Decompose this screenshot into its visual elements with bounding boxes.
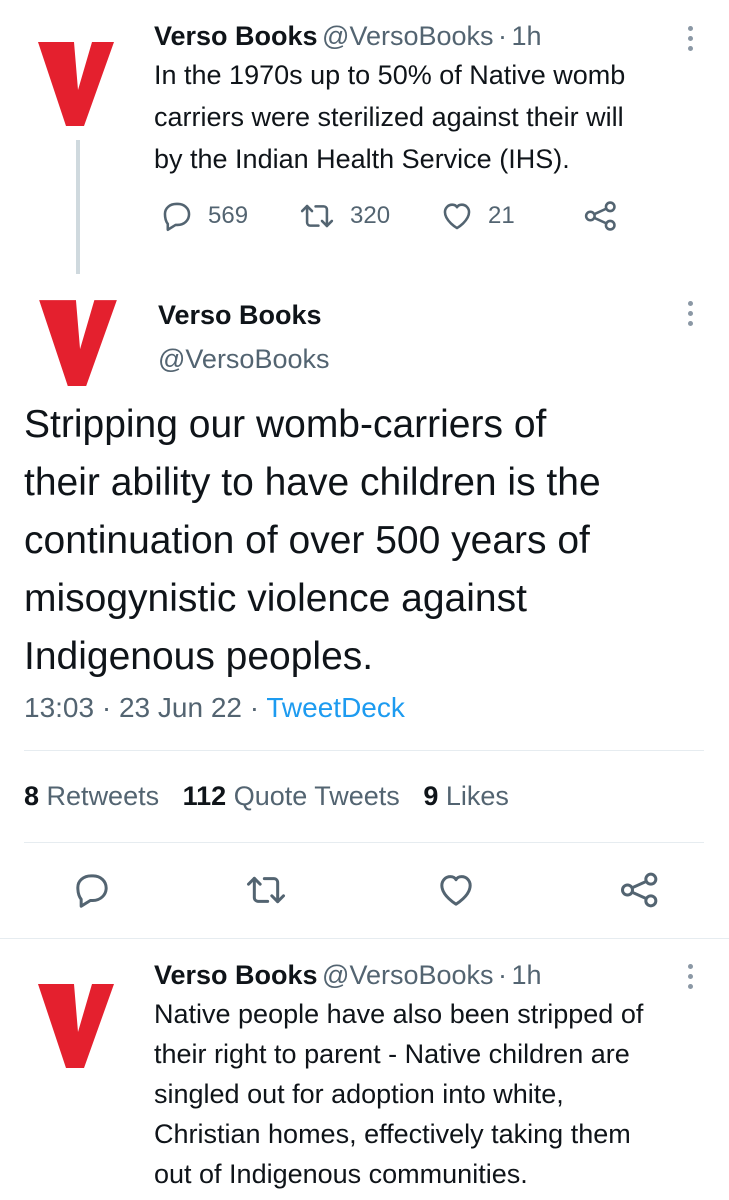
share-icon <box>621 872 658 908</box>
tweet-text-line: misogynistic violence against <box>24 577 527 620</box>
retweet-icon <box>247 876 285 904</box>
tweet-text-line: In the 1970s up to 50% of Native womb <box>154 60 626 90</box>
tweet-text-line: Stripping our womb-carriers of <box>24 403 547 446</box>
separator-dot: · <box>497 960 507 990</box>
more-icon <box>687 301 693 306</box>
retweet-count: 320 <box>350 202 391 229</box>
tweet-text-line: Native people have also been stripped of <box>154 999 644 1029</box>
tweet-text: Native people have also been stripped of… <box>154 997 724 1197</box>
quote-tweets-count: 112 <box>182 781 227 811</box>
reply-button[interactable] <box>72 870 112 910</box>
verso-logo-icon <box>39 300 117 386</box>
like-button[interactable] <box>436 870 476 910</box>
retweet-button[interactable]: 320 <box>298 199 390 233</box>
quote-tweets-label: Quote Tweets <box>233 781 400 811</box>
verso-logo-icon <box>38 42 114 126</box>
reply-count: 569 <box>208 202 249 229</box>
tweet-stats: 8 Retweets 112 Quote Tweets 9 Likes <box>24 781 509 812</box>
tweet-text-line: Indigenous peoples. <box>24 635 374 678</box>
separator-dot: · <box>101 692 112 723</box>
thread-line <box>76 140 80 274</box>
author-handle[interactable]: @VersoBooks <box>158 344 330 375</box>
quote-tweets-stat[interactable]: 112 Quote Tweets <box>183 781 408 811</box>
author-handle[interactable]: @VersoBooks <box>322 960 494 990</box>
like-button[interactable]: 21 <box>440 199 515 233</box>
retweet-icon <box>300 204 334 228</box>
more-options-button[interactable] <box>686 301 694 326</box>
tweet-text-line: out of Indigenous communities. <box>154 1159 528 1189</box>
like-count: 21 <box>488 202 515 229</box>
author-name[interactable]: Verso Books <box>154 960 318 990</box>
avatar-verso-logo[interactable] <box>36 980 116 1070</box>
tweet-text-line: Christian homes, effectively taking them <box>154 1119 631 1149</box>
author-name[interactable]: Verso Books <box>158 300 322 331</box>
tweet-text-line: carriers were sterilized against their w… <box>154 102 624 132</box>
separator-dot: · <box>249 692 260 723</box>
tweet-text-line: by the Indian Health Service (IHS). <box>154 144 570 174</box>
tweet-time[interactable]: 1h <box>511 960 541 990</box>
tweet-time[interactable]: 1h <box>511 21 541 51</box>
reply-icon <box>163 202 191 232</box>
tweet-text-line: singled out for adoption into white, <box>154 1079 564 1109</box>
tweet-text: Stripping our womb-carriers of their abi… <box>24 396 714 686</box>
divider <box>24 750 704 751</box>
divider <box>24 842 704 843</box>
retweet-button[interactable] <box>244 870 288 910</box>
divider <box>0 938 729 939</box>
tweet-header: Verso Books @VersoBooks · 1h <box>154 960 541 991</box>
tweet-text-line: their right to parent - Native children … <box>154 1039 630 1069</box>
more-icon <box>687 26 693 31</box>
likes-label: Likes <box>445 781 509 811</box>
verso-logo-icon <box>38 984 114 1068</box>
author-name[interactable]: Verso Books <box>154 21 318 51</box>
like-icon <box>440 875 472 906</box>
share-button[interactable] <box>618 870 662 910</box>
tweet-header: Verso Books @VersoBooks · 1h <box>154 21 541 52</box>
more-options-button[interactable] <box>686 964 694 989</box>
tweet-time[interactable]: 13:03 <box>24 692 94 723</box>
retweets-count: 8 <box>24 781 40 811</box>
tweet-text-line: their ability to have children is the <box>24 461 601 504</box>
more-options-button[interactable] <box>686 26 694 51</box>
share-button[interactable] <box>582 199 620 233</box>
avatar-verso-logo[interactable] <box>34 296 122 388</box>
retweets-label: Retweets <box>46 781 160 811</box>
tweet-source-link[interactable]: TweetDeck <box>266 692 405 723</box>
tweet-text: In the 1970s up to 50% of Native womb ca… <box>154 58 714 184</box>
reply-icon <box>76 874 108 908</box>
tweet-text-line: continuation of over 500 years of <box>24 519 590 562</box>
author-handle[interactable]: @VersoBooks <box>322 21 494 51</box>
tweet-timestamp: 13:03 · 23 Jun 22 · TweetDeck <box>24 692 405 724</box>
retweets-stat[interactable]: 8 Retweets <box>24 781 167 811</box>
reply-button[interactable]: 569 <box>160 199 248 233</box>
like-icon <box>443 203 471 230</box>
avatar-verso-logo[interactable] <box>36 38 116 128</box>
tweet-date[interactable]: 23 Jun 22 <box>119 692 242 723</box>
separator-dot: · <box>497 21 507 51</box>
more-icon <box>687 964 693 969</box>
likes-count: 9 <box>423 781 439 811</box>
share-icon <box>584 201 616 231</box>
likes-stat[interactable]: 9 Likes <box>423 781 509 811</box>
